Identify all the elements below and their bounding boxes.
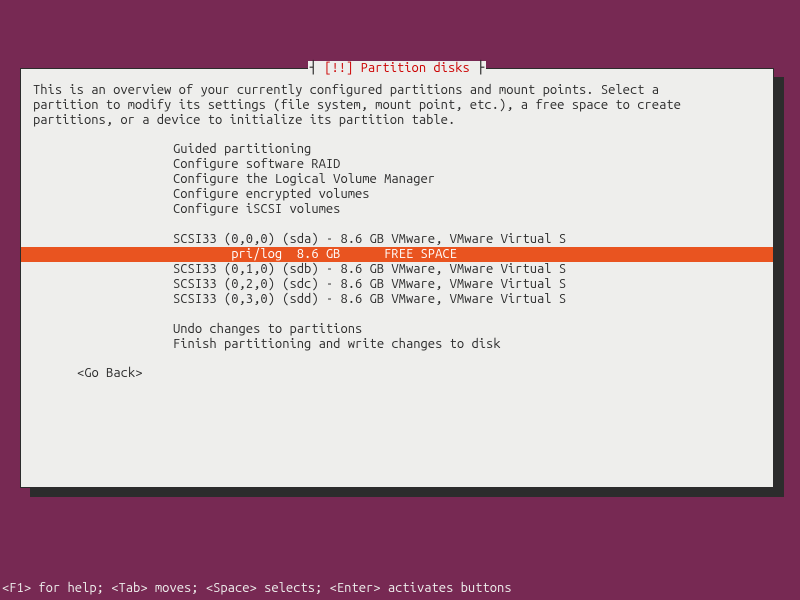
dialog-title: ┤ [!!] Partition disks ├ [21,61,773,76]
menu-item-lvm[interactable]: Configure the Logical Volume Manager [21,172,773,187]
disk-item-sdb[interactable]: SCSI33 (0,1,0) (sdb) - 8.6 GB VMware, VM… [21,262,773,277]
disk-item-sda[interactable]: SCSI33 (0,0,0) (sda) - 8.6 GB VMware, VM… [21,232,773,247]
title-text: Partition disks [361,61,470,75]
spacer [21,307,773,322]
disk-item-sda-freespace[interactable]: pri/log 8.6 GB FREE SPACE [21,247,773,262]
title-right-bracket: ├ [470,61,485,75]
title-left-bracket: ┤ [310,61,325,75]
title-warn: [!!] [324,61,360,75]
disk-item-sdd[interactable]: SCSI33 (0,3,0) (sdd) - 8.6 GB VMware, VM… [21,292,773,307]
menu-item-finish[interactable]: Finish partitioning and write changes to… [21,337,773,352]
go-back-button[interactable]: <Go Back> [21,352,773,381]
menu-item-encrypted[interactable]: Configure encrypted volumes [21,187,773,202]
menu-item-guided[interactable]: Guided partitioning [21,142,773,157]
menu-item-undo[interactable]: Undo changes to partitions [21,322,773,337]
menu: Guided partitioning Configure software R… [21,128,773,352]
partition-dialog: ┤ [!!] Partition disks ├ This is an over… [20,68,774,488]
disk-item-sdc[interactable]: SCSI33 (0,2,0) (sdc) - 8.6 GB VMware, VM… [21,277,773,292]
intro-text: This is an overview of your currently co… [21,75,773,128]
menu-item-iscsi[interactable]: Configure iSCSI volumes [21,202,773,217]
help-footer: <F1> for help; <Tab> moves; <Space> sele… [2,581,512,596]
spacer [21,217,773,232]
menu-item-raid[interactable]: Configure software RAID [21,157,773,172]
